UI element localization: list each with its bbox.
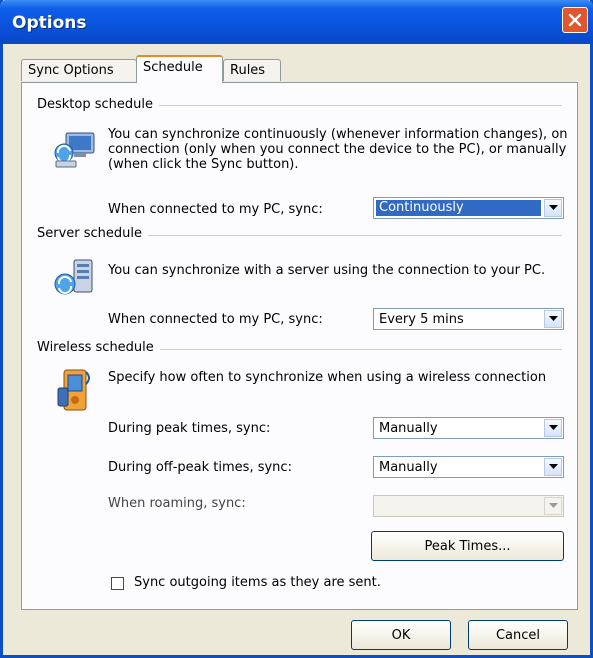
offpeak-sync-label: During off-peak times, sync: — [108, 460, 292, 475]
ok-label: OK — [391, 627, 411, 643]
close-button[interactable] — [562, 7, 588, 33]
chevron-down-icon — [548, 464, 558, 469]
chevron-down-icon — [548, 205, 558, 210]
window-title: Options — [12, 13, 87, 33]
desktop-schedule-description: You can synchronize continuously (whenev… — [108, 127, 568, 172]
schedule-panel: Desktop schedule You can synchronize con… — [21, 82, 578, 610]
options-dialog: Options Sync Options Schedule Rules Desk… — [0, 0, 593, 658]
peak-sync-value: Manually — [379, 421, 438, 436]
dropdown-button[interactable] — [544, 199, 562, 217]
tab-label: Schedule — [143, 60, 203, 75]
desktop-sync-icon — [54, 132, 95, 168]
offpeak-sync-value: Manually — [379, 460, 438, 475]
ok-button[interactable]: OK — [351, 620, 451, 650]
dropdown-button[interactable] — [544, 458, 562, 476]
chevron-down-icon — [548, 503, 558, 508]
cancel-button[interactable]: Cancel — [468, 620, 568, 650]
desktop-sync-value: Continuously — [376, 200, 541, 216]
peak-times-label: Peak Times... — [424, 538, 511, 554]
server-sync-select[interactable]: Every 5 mins — [373, 308, 564, 330]
tab-rules[interactable]: Rules — [223, 59, 281, 81]
chevron-down-icon — [548, 316, 558, 321]
peak-sync-select[interactable]: Manually — [373, 417, 564, 439]
desktop-sync-select[interactable]: Continuously — [373, 197, 564, 219]
roaming-sync-label: When roaming, sync: — [108, 496, 246, 511]
dropdown-button[interactable] — [544, 419, 562, 437]
wireless-device-icon — [57, 369, 90, 411]
roaming-sync-select[interactable] — [373, 495, 564, 517]
tab-label: Rules — [230, 63, 266, 78]
server-sync-value: Every 5 mins — [379, 312, 464, 327]
sync-outgoing-label[interactable]: Sync outgoing items as they are sent. — [134, 575, 381, 590]
sync-outgoing-checkbox[interactable] — [111, 577, 124, 590]
server-sync-label: When connected to my PC, sync: — [108, 312, 323, 327]
tab-label: Sync Options — [28, 63, 114, 78]
server-sync-icon — [54, 259, 93, 295]
offpeak-sync-select[interactable]: Manually — [373, 456, 564, 478]
desktop-schedule-title: Desktop schedule — [37, 97, 160, 112]
wireless-schedule-title: Wireless schedule — [37, 340, 160, 355]
dropdown-button[interactable] — [544, 310, 562, 328]
tab-schedule[interactable]: Schedule — [136, 55, 223, 83]
close-icon — [568, 13, 582, 27]
chevron-down-icon — [548, 425, 558, 430]
cancel-label: Cancel — [495, 627, 541, 643]
dropdown-button[interactable] — [544, 497, 562, 515]
peak-sync-label: During peak times, sync: — [108, 421, 271, 436]
server-schedule-title: Server schedule — [37, 226, 149, 241]
tab-sync-options[interactable]: Sync Options — [21, 59, 137, 81]
wireless-schedule-description: Specify how often to synchronize when us… — [108, 370, 547, 385]
desktop-sync-label: When connected to my PC, sync: — [108, 202, 323, 217]
title-bar[interactable]: Options — [0, 0, 593, 44]
peak-times-button[interactable]: Peak Times... — [371, 531, 564, 561]
server-schedule-description: You can synchronize with a server using … — [108, 263, 546, 278]
